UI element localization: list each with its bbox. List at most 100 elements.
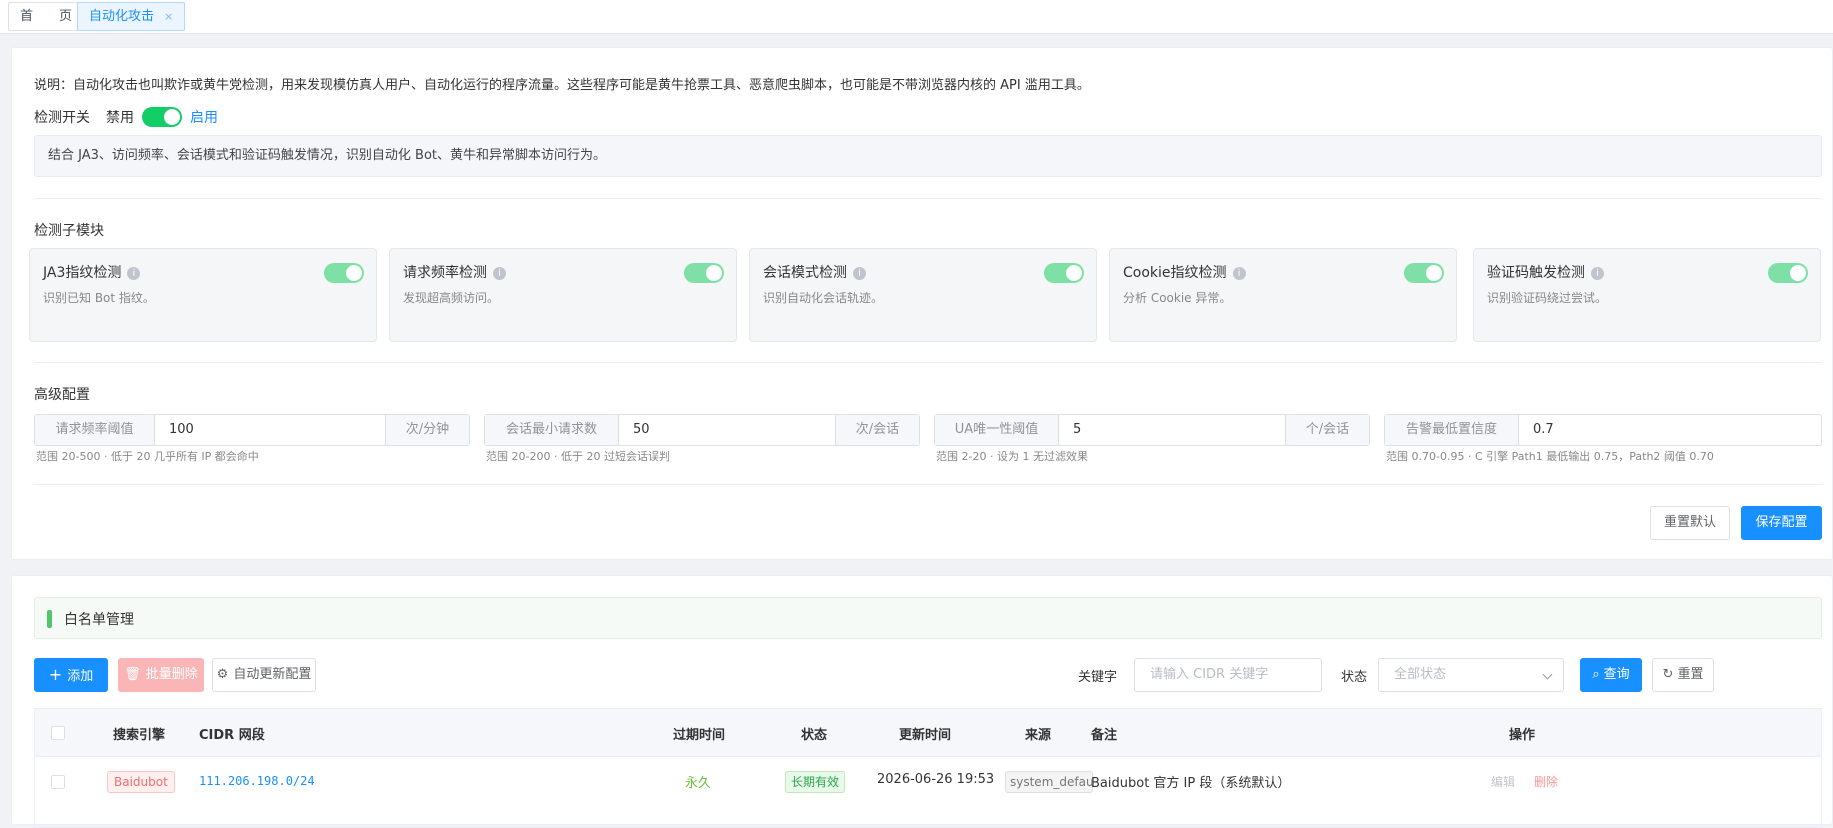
add-button[interactable]: 添加 <box>34 658 108 692</box>
keyword-label: 关键字 <box>1078 670 1118 685</box>
module-name: JA3指纹检测 <box>43 265 122 281</box>
col-remark: 备注 <box>1091 728 1118 743</box>
search-icon: ⌕ <box>1592 667 1600 682</box>
field-prefix: 会话最小请求数 <box>485 415 619 445</box>
module-name: 验证码触发检测 <box>1487 265 1585 281</box>
request-rate-field: 请求频率阈值 100 次/分钟 <box>34 414 470 446</box>
status-label: 状态 <box>1341 670 1368 685</box>
detection-info-box: 结合 JA3、访问频率、会话模式和验证码触发情况，识别自动化 Bot、黄牛和异常… <box>34 135 1822 177</box>
divider <box>34 362 1822 363</box>
tab-bar: 首 页 自动化攻击 × <box>0 0 1833 34</box>
divider <box>34 484 1822 485</box>
field-hint: 范围 20-200 · 低于 20 过短会话误判 <box>486 450 670 463</box>
col-cidr: CIDR 网段 <box>199 728 265 743</box>
field-suffix: 个/会话 <box>1285 415 1369 445</box>
module-session-pattern: 会话模式检测 i 识别自动化会话轨迹。 <box>749 248 1097 342</box>
save-config-button[interactable]: 保存配置 <box>1741 506 1822 540</box>
reset-default-button[interactable]: 重置默认 <box>1650 506 1730 540</box>
field-hint: 范围 0.70-0.95 · C 引擎 Path1 最低输出 0.75，Path… <box>1386 450 1714 463</box>
detection-switch-label: 检测开关 <box>34 110 90 126</box>
tab-automation-attack[interactable]: 自动化攻击 × <box>77 2 186 31</box>
module-toggle[interactable] <box>1404 263 1444 283</box>
batch-delete-button[interactable]: 🗑 批量删除 <box>118 658 204 692</box>
field-prefix: 请求频率阈值 <box>35 415 155 445</box>
min-confidence-field: 告警最低置信度 0.7 <box>1384 414 1822 446</box>
config-card: 说明：自动化攻击也叫欺诈或黄牛党检测，用来发现模仿真人用户、自动化运行的程序流量… <box>11 47 1833 560</box>
close-icon[interactable]: × <box>164 10 173 23</box>
help-icon[interactable]: i <box>1591 267 1604 280</box>
col-expire: 过期时间 <box>673 728 726 743</box>
module-desc: 发现超高频访问。 <box>403 291 500 305</box>
min-confidence-input[interactable]: 0.7 <box>1519 415 1821 445</box>
source-tag: system_default <box>1005 771 1093 793</box>
detection-switch-row: 检测开关 禁用 启用 <box>34 105 218 129</box>
ua-unique-input[interactable]: 5 <box>1059 415 1285 445</box>
expire-value: 永久 <box>685 776 712 791</box>
module-captcha: 验证码触发检测 i 识别验证码绕过尝试。 <box>1473 248 1821 342</box>
request-rate-input[interactable]: 100 <box>155 415 385 445</box>
col-status: 状态 <box>801 728 828 743</box>
delete-button[interactable]: 删除 <box>1534 773 1558 790</box>
detection-toggle[interactable] <box>142 107 182 127</box>
module-name: 请求频率检测 <box>403 265 487 281</box>
chevron-down-icon <box>1542 669 1553 680</box>
col-source: 来源 <box>1025 728 1052 743</box>
divider <box>34 198 1822 199</box>
query-button[interactable]: ⌕ 查询 <box>1580 658 1642 692</box>
module-toggle[interactable] <box>684 263 724 283</box>
row-checkbox[interactable] <box>51 775 65 789</box>
field-prefix: UA唯一性阈值 <box>935 415 1059 445</box>
auto-update-config-button[interactable]: ⚙ 自动更新配置 <box>212 658 316 692</box>
table-row: Baidubot 111.206.198.0/24 永久 长期有效 2026-0… <box>35 757 1821 807</box>
batch-delete-label: 批量删除 <box>145 667 198 682</box>
module-desc: 识别验证码绕过尝试。 <box>1487 291 1608 305</box>
edit-button[interactable]: 编辑 <box>1491 773 1515 790</box>
submodules-title: 检测子模块 <box>34 223 104 239</box>
module-desc: 识别已知 Bot 指纹。 <box>43 291 155 305</box>
disable-label: 禁用 <box>106 110 134 126</box>
col-actions: 操作 <box>1509 728 1536 743</box>
field-prefix: 告警最低置信度 <box>1385 415 1519 445</box>
field-suffix: 次/会话 <box>835 415 919 445</box>
whitelist-card: 白名单管理 添加 🗑批量删除 ⚙自动更新配置 关键字 请输入 CIDR 关键字 … <box>11 575 1833 828</box>
cidr-value: 111.206.198.0/24 <box>199 774 315 788</box>
col-engine: 搜索引擎 <box>113 728 166 743</box>
enable-label: 启用 <box>190 110 218 126</box>
updated-value: 2026-06-26 19:53 <box>877 772 995 787</box>
gear-icon: ⚙ <box>216 667 229 682</box>
reset-label: 重置 <box>1677 667 1704 682</box>
module-toggle[interactable] <box>1768 263 1808 283</box>
tab-automation-label: 自动化攻击 <box>89 9 155 24</box>
help-icon[interactable]: i <box>127 267 141 280</box>
page-description: 说明：自动化攻击也叫欺诈或黄牛党检测，用来发现模仿真人用户、自动化运行的程序流量… <box>34 78 1090 93</box>
table-header: 搜索引擎 CIDR 网段 过期时间 状态 更新时间 来源 备注 操作 <box>35 709 1821 757</box>
add-button-label: 添加 <box>67 669 94 684</box>
module-desc: 分析 Cookie 异常。 <box>1123 291 1232 305</box>
reset-button[interactable]: ↻ 重置 <box>1652 658 1714 692</box>
help-icon[interactable]: i <box>1232 267 1246 280</box>
help-icon[interactable]: i <box>853 267 866 280</box>
module-ja3: JA3指纹检测 i 识别已知 Bot 指纹。 <box>29 248 377 342</box>
session-min-field: 会话最小请求数 50 次/会话 <box>484 414 920 446</box>
module-toggle[interactable] <box>1044 263 1084 283</box>
keyword-input[interactable]: 请输入 CIDR 关键字 <box>1134 658 1322 692</box>
module-name: 会话模式检测 <box>763 265 847 281</box>
whitelist-header: 白名单管理 <box>34 597 1822 639</box>
query-label: 查询 <box>1603 667 1630 682</box>
select-all-checkbox[interactable] <box>51 726 65 740</box>
whitelist-title: 白名单管理 <box>64 612 134 628</box>
session-min-input[interactable]: 50 <box>619 415 835 445</box>
advanced-title: 高级配置 <box>34 387 90 403</box>
plus-icon <box>49 669 67 684</box>
engine-tag: Baidubot <box>107 771 175 793</box>
module-request-rate: 请求频率检测 i 发现超高频访问。 <box>389 248 737 342</box>
field-suffix: 次/分钟 <box>385 415 469 445</box>
status-select[interactable]: 全部状态 <box>1378 658 1564 692</box>
help-icon[interactable]: i <box>493 267 506 280</box>
trash-icon: 🗑 <box>124 667 141 682</box>
tab-home[interactable]: 首 页 <box>8 2 85 31</box>
refresh-icon: ↻ <box>1662 667 1674 682</box>
accent-bar <box>47 610 52 628</box>
field-hint: 范围 2-20 · 设为 1 无过滤效果 <box>936 450 1088 463</box>
module-toggle[interactable] <box>324 263 364 283</box>
